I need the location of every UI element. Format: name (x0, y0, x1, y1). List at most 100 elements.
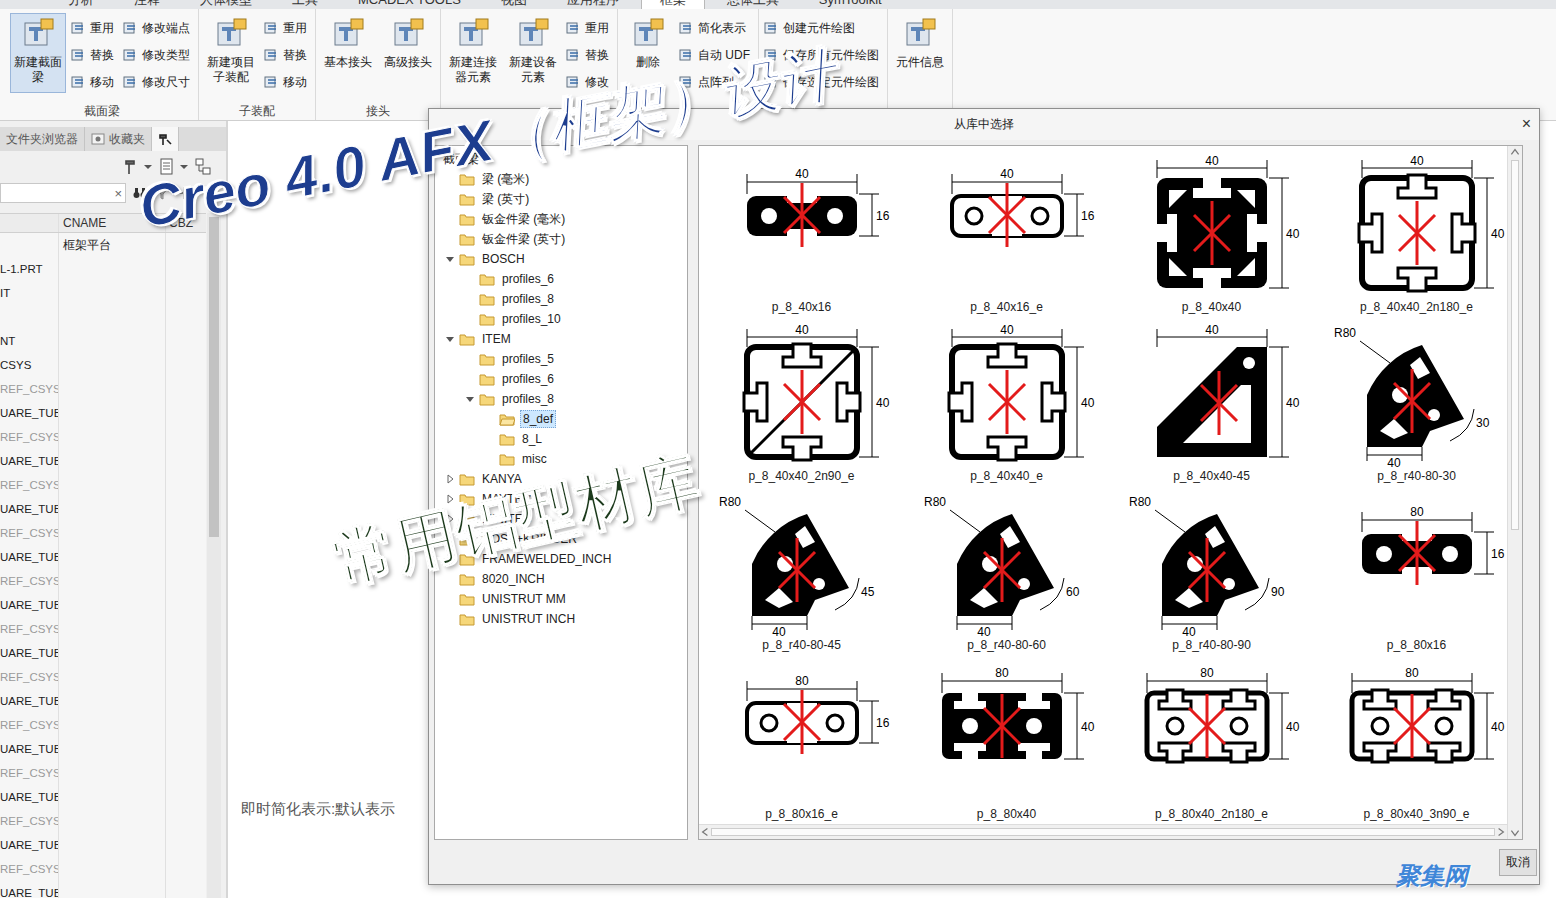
profile-item[interactable]: 8040p_8_80x40_3n90_e (1314, 653, 1507, 822)
expand-icon[interactable] (445, 494, 455, 504)
tree-item[interactable]: profiles_6 (435, 269, 687, 289)
table-row[interactable]: UARE_TUB (0, 641, 206, 665)
table-row[interactable]: 框架平台 (0, 233, 206, 257)
browser-tab[interactable]: 收藏夹 (85, 127, 152, 151)
profile-item[interactable]: 8016p_8_80x16 (1314, 484, 1507, 653)
small-button[interactable]: 点阵列 (678, 69, 754, 95)
small-button[interactable]: 重用 (565, 15, 613, 41)
expand-icon[interactable] (445, 554, 455, 564)
expand-icon[interactable] (465, 274, 475, 284)
profile-item[interactable]: R804090p_8_r40-80-90 (1109, 484, 1314, 653)
small-button[interactable]: 替换 (70, 42, 118, 68)
expand-icon[interactable] (485, 434, 495, 444)
small-button[interactable]: 移动 (263, 69, 311, 95)
tree-item[interactable]: misc (435, 449, 687, 469)
horizontal-scrollbar[interactable] (699, 824, 1507, 839)
scroll-up-icon[interactable] (1509, 146, 1521, 158)
table-row[interactable] (0, 305, 206, 329)
tree-item[interactable]: MAYTEC (435, 489, 687, 509)
table-row[interactable]: UARE_TUB (0, 401, 206, 425)
tree-item[interactable]: 钣金件梁 (英寸) (435, 229, 687, 249)
cancel-button[interactable]: 取消 (1499, 849, 1537, 876)
expand-icon[interactable] (445, 254, 455, 264)
expand-icon[interactable] (465, 354, 475, 364)
table-row[interactable]: REF_CSYS2 (0, 569, 206, 593)
small-button[interactable]: 修改尺寸 (122, 69, 194, 95)
tree-item[interactable]: profiles_8 (435, 289, 687, 309)
large-button[interactable]: 删除 (622, 13, 674, 93)
binoculars-icon[interactable] (132, 185, 148, 201)
tree-item[interactable]: ITEM (435, 329, 687, 349)
table-row[interactable]: IT (0, 281, 206, 305)
expand-icon[interactable] (465, 314, 475, 324)
large-button[interactable]: 新建设备元素 (505, 13, 561, 93)
ribbon-tab[interactable]: 注释 (116, 0, 178, 9)
ribbon-tab[interactable]: 分析 (50, 0, 112, 9)
ribbon-tab[interactable]: 应用程序 (549, 0, 637, 9)
table-row[interactable]: UARE_TUB (0, 497, 206, 521)
dialog-title-bar[interactable]: 从库中选择× (429, 109, 1539, 140)
small-button[interactable]: 替换 (565, 42, 613, 68)
profile-item[interactable]: 4040p_8_40x40-45 (1109, 315, 1314, 484)
small-button[interactable]: 移动 (70, 69, 118, 95)
expand-icon[interactable] (445, 514, 455, 524)
table-row[interactable]: UARE_TUB (0, 737, 206, 761)
expand-icon[interactable] (485, 414, 495, 424)
tree-item[interactable]: 钣金件梁 (毫米) (435, 209, 687, 229)
tree-item[interactable]: BOSCH (435, 249, 687, 269)
tree-item[interactable]: 8_def (435, 409, 687, 429)
profile-item[interactable]: 8040p_8_80x40_2n180_e (1109, 653, 1314, 822)
small-button[interactable]: 简化表示 (678, 15, 754, 41)
show-icon[interactable] (158, 157, 188, 177)
profile-item[interactable]: 4016p_8_40x16 (699, 146, 904, 315)
small-button[interactable]: 重用 (70, 15, 118, 41)
tree-item[interactable]: 梁 (英寸) (435, 189, 687, 209)
table-row[interactable]: UARE_TUB (0, 545, 206, 569)
ribbon-tab[interactable]: 框架 (641, 0, 705, 9)
small-button[interactable]: 重用 (263, 15, 311, 41)
tree-item[interactable]: profiles_6 (435, 369, 687, 389)
table-row[interactable]: UARE_TUB (0, 449, 206, 473)
search-field[interactable]: × (0, 183, 126, 203)
table-row[interactable]: REF_CSYS2 (0, 425, 206, 449)
table-row[interactable]: REF_CSYS2 (0, 713, 206, 737)
profile-item[interactable]: R804060p_8_r40-80-60 (904, 484, 1109, 653)
small-button[interactable]: 修改类型 (122, 42, 194, 68)
expand-icon[interactable] (445, 234, 455, 244)
expand-icon[interactable] (445, 534, 455, 544)
expand-icon[interactable] (465, 374, 475, 384)
large-button[interactable]: 元件信息 (892, 13, 948, 93)
table-row[interactable]: UARE_TUB (0, 833, 206, 857)
table-row[interactable]: UARE_TUB (0, 689, 206, 713)
ribbon-tab[interactable]: 工具 (274, 0, 336, 9)
expand-icon[interactable] (445, 214, 455, 224)
scroll-left-icon[interactable] (699, 826, 711, 838)
profile-item[interactable]: R804030p_8_r40-80-30 (1314, 315, 1507, 484)
table-row[interactable]: NT (0, 329, 206, 353)
tree-item[interactable]: 8020_INCH (435, 569, 687, 589)
small-button[interactable]: 修改 (565, 69, 613, 95)
scroll-right-icon[interactable] (1495, 826, 1507, 838)
table-row[interactable]: UARE_TUB (0, 881, 206, 898)
tree-item[interactable]: profiles_5 (435, 349, 687, 369)
small-button[interactable]: 创建元件绘图 (763, 15, 883, 41)
table-row[interactable]: REF_CSYS2 (0, 473, 206, 497)
expand-icon[interactable] (445, 614, 455, 624)
ribbon-tab[interactable]: 总体工具 (709, 0, 797, 9)
ribbon-tab[interactable]: 人体模型 (182, 0, 270, 9)
large-button[interactable]: 高级接头 (380, 13, 436, 93)
ribbon-tab[interactable]: MCADEX TOOLS (340, 0, 479, 9)
small-button[interactable]: 替换 (263, 42, 311, 68)
ribbon-tab[interactable]: 视图 (483, 0, 545, 9)
scroll-down-icon[interactable] (1509, 827, 1521, 839)
small-button[interactable]: 自动 UDF (678, 42, 754, 68)
large-button[interactable]: 基本接头 (320, 13, 376, 93)
tree-item[interactable]: 8_L (435, 429, 687, 449)
expand-icon[interactable] (445, 174, 455, 184)
table-row[interactable]: REF_CSYS_ (0, 857, 206, 881)
browser-tab[interactable]: 文件夹浏览器 (0, 127, 85, 151)
table-row[interactable]: UARE_TUB (0, 593, 206, 617)
expand-icon[interactable] (445, 334, 455, 344)
expand-icon[interactable] (445, 474, 455, 484)
ribbon-tab[interactable]: SymToolkit (801, 0, 900, 9)
